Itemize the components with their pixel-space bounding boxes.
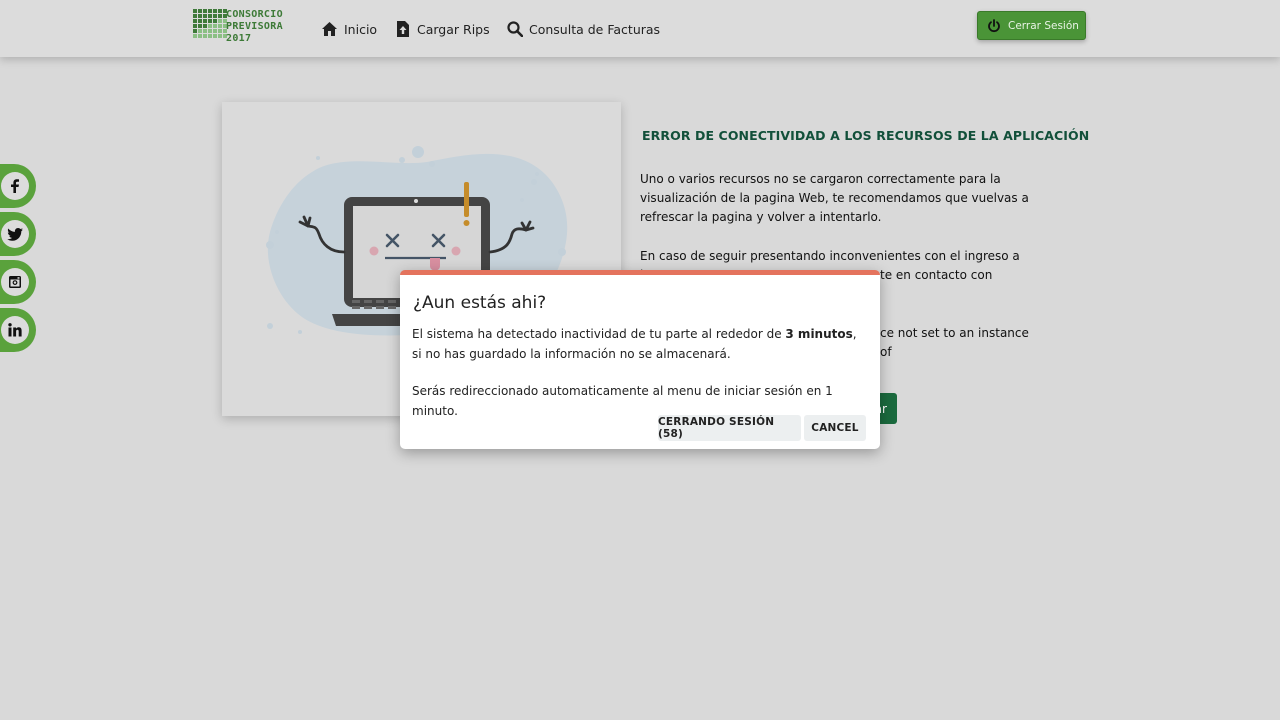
twitter-icon [1, 220, 29, 248]
cerrar-sesion-button[interactable]: Cerrar Sesión [977, 11, 1086, 40]
top-navbar: CONSORCIO PREVISORA 2017 Inicio Cargar R… [0, 0, 1280, 57]
modal-title: ¿Aun estás ahi? [413, 293, 547, 313]
social-instagram[interactable] [0, 260, 36, 304]
cerrar-sesion-label: Cerrar Sesión [1008, 19, 1079, 32]
nav-inicio-label: Inicio [344, 21, 378, 37]
cerrando-sesion-label: CERRANDO SESIÓN (58) [658, 416, 775, 440]
social-facebook[interactable] [0, 164, 36, 208]
cancel-label: CANCEL [811, 422, 859, 434]
modal-message: El sistema ha detectado inactividad de t… [412, 324, 867, 364]
cerrando-sesion-button[interactable]: CERRANDO SESIÓN (58) [658, 415, 801, 441]
search-icon [507, 21, 523, 37]
nav-cargar-rips-label: Cargar Rips [417, 21, 490, 37]
modal-message-before: El sistema ha detectado inactividad de t… [412, 327, 786, 341]
inactivity-modal: ¿Aun estás ahi? El sistema ha detectado … [400, 270, 880, 449]
logo-dot-grid [193, 9, 227, 45]
nav-consulta-facturas[interactable]: Consulta de Facturas [507, 18, 660, 40]
nav-inicio[interactable]: Inicio [321, 18, 377, 40]
consorcio-logo[interactable]: CONSORCIO PREVISORA 2017 [193, 9, 293, 47]
error-paragraph-3: ce not set to an instance of [880, 326, 1029, 359]
modal-redirect-note: Serás redireccionado automaticamente al … [412, 384, 833, 418]
social-twitter[interactable] [0, 212, 36, 256]
logo-text: CONSORCIO PREVISORA 2017 [226, 9, 283, 44]
error-paragraph-1: Uno o varios recursos no se cargaron cor… [640, 172, 1029, 224]
instagram-icon [1, 268, 29, 296]
power-icon [988, 18, 1000, 32]
facebook-icon [1, 172, 29, 200]
cancel-button[interactable]: CANCEL [804, 415, 866, 441]
error-paragraph-2-tail: te en contacto con [880, 268, 993, 282]
modal-message-minutes: 3 minutos [785, 327, 853, 341]
linkedin-icon [1, 316, 29, 344]
nav-cargar-rips[interactable]: Cargar Rips [395, 18, 490, 40]
social-linkedin[interactable] [0, 308, 36, 352]
nav-consulta-facturas-label: Consulta de Facturas [529, 21, 661, 37]
home-icon [322, 22, 337, 36]
file-upload-icon [397, 21, 409, 37]
error-title: ERROR DE CONECTIVIDAD A LOS RECURSOS DE … [642, 128, 1090, 143]
